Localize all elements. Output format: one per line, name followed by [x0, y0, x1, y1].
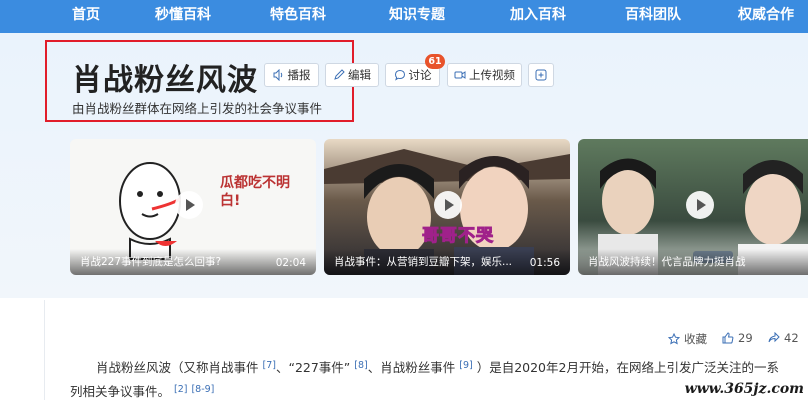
- video-title: 肖战事件：从营销到豆瓣下架，娱乐...: [334, 256, 513, 268]
- share-button[interactable]: 42: [768, 331, 799, 345]
- nav-item-miaodong[interactable]: 秒懂百科: [155, 0, 211, 33]
- video-card-1[interactable]: 瓜都吃不明白! 肖战227事件到底是怎么回事? 02:04: [70, 139, 316, 275]
- chat-bubble-icon: [394, 69, 405, 81]
- citation-9[interactable]: [9]: [459, 360, 472, 371]
- video-camera-icon: [454, 71, 466, 79]
- share-icon: [768, 332, 780, 343]
- speaker-icon: [273, 69, 282, 81]
- intro-text-1: 肖战粉丝风波（又称肖战事件: [96, 360, 259, 375]
- share-count: 42: [784, 331, 799, 345]
- video-card-3[interactable]: 肖战风波持续！代言品牌力挺肖战: [578, 139, 808, 275]
- cartoon-handwriting: 瓜都吃不明白!: [220, 175, 290, 209]
- discuss-label: 讨论: [408, 68, 432, 82]
- nav-item-team[interactable]: 百科团队: [625, 0, 681, 33]
- upload-video-label: 上传视频: [469, 68, 515, 82]
- video-caption-text: 哥哥不哭: [422, 226, 494, 247]
- citation-2[interactable]: [2]: [174, 384, 187, 395]
- citation-7[interactable]: [7]: [263, 360, 276, 371]
- intro-text-2: 、“227事件”: [275, 360, 351, 375]
- add-button[interactable]: [528, 63, 554, 87]
- discuss-count-badge: 61: [425, 54, 445, 69]
- like-count: 29: [738, 331, 753, 345]
- video-card-2[interactable]: 哥哥不哭 肖战事件：从营销到豆瓣下架，娱乐... 01:56: [324, 139, 570, 275]
- video-duration: 01:56: [529, 257, 560, 269]
- video-title: 肖战风波持续！代言品牌力挺肖战: [588, 256, 746, 268]
- play-icon: [175, 191, 203, 219]
- citation-8-9[interactable]: [8-9]: [191, 384, 214, 395]
- nav-item-authority[interactable]: 权威合作: [738, 0, 794, 33]
- pencil-icon: [334, 69, 345, 80]
- top-nav: 首页 秒懂百科 特色百科 知识专题 加入百科 百科团队 权威合作: [0, 0, 808, 33]
- like-button[interactable]: 29: [722, 331, 753, 345]
- nav-item-featured[interactable]: 特色百科: [270, 0, 326, 33]
- article-intro-paragraph: 肖战粉丝风波（又称肖战事件 [7]、“227事件” [8]、肖战粉丝事件 [9]…: [70, 355, 790, 403]
- citation-8[interactable]: [8]: [354, 360, 367, 371]
- thumbs-up-icon: [722, 332, 734, 344]
- play-audio-button[interactable]: 播报: [264, 63, 319, 87]
- edit-label: 编辑: [348, 68, 371, 82]
- edit-button[interactable]: 编辑: [325, 63, 379, 87]
- favorite-button[interactable]: 收藏: [668, 331, 707, 347]
- play-audio-label: 播报: [287, 68, 311, 82]
- page-title: 肖战粉丝风波: [72, 63, 258, 98]
- intro-text-3: 、肖战粉丝事件: [367, 360, 456, 375]
- nav-item-join[interactable]: 加入百科: [510, 0, 566, 33]
- star-icon: [668, 333, 680, 345]
- nav-item-topics[interactable]: 知识专题: [389, 0, 445, 33]
- nav-item-home[interactable]: 首页: [72, 0, 100, 33]
- favorite-label: 收藏: [684, 332, 707, 346]
- site-watermark: www.365jz.com: [684, 381, 804, 397]
- plus-square-icon: [535, 69, 547, 81]
- page-subtitle: 由肖战粉丝群体在网络上引发的社会争议事件: [72, 101, 323, 116]
- play-icon: [686, 191, 714, 219]
- play-icon: [434, 191, 462, 219]
- video-title: 肖战227事件到底是怎么回事?: [80, 256, 222, 268]
- upload-video-button[interactable]: 上传视频: [447, 63, 522, 87]
- video-duration: 02:04: [275, 257, 306, 269]
